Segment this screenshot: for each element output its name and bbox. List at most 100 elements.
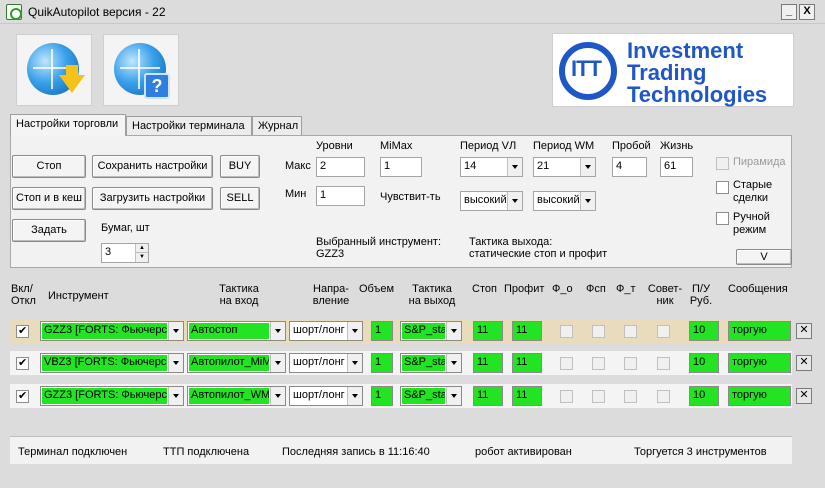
row-enable-checkbox[interactable] xyxy=(16,324,29,338)
delete-row-button[interactable]: ✕ xyxy=(796,355,812,371)
entry-tactic-select[interactable]: Автостоп xyxy=(187,321,286,341)
tab-journal[interactable]: Журнал xyxy=(252,116,302,135)
tab-trading-settings[interactable]: Настройки торговли xyxy=(10,114,126,136)
buy-button[interactable]: BUY xyxy=(220,155,260,178)
levels-max-input[interactable]: 2 xyxy=(316,157,365,177)
max-label: Макс xyxy=(285,160,311,172)
volume-input[interactable]: 1 xyxy=(371,386,393,406)
papers-stepper[interactable]: 3 ▲ ▼ xyxy=(101,243,149,263)
chevron-down-icon xyxy=(347,387,362,405)
direction-select[interactable]: шорт/лонг xyxy=(289,386,363,406)
profit-input[interactable]: 11 xyxy=(512,321,542,341)
status-robot: робот активирован xyxy=(475,446,572,458)
manual-mode-label-2: режим xyxy=(733,224,767,236)
header-direction: Напра-вление xyxy=(312,283,350,307)
v-button[interactable]: V xyxy=(736,249,792,265)
delete-row-button[interactable]: ✕ xyxy=(796,388,812,404)
direction-select[interactable]: шорт/лонг xyxy=(289,353,363,373)
advisor-checkbox[interactable] xyxy=(657,390,670,403)
pyramid-label: Пирамида xyxy=(733,156,786,168)
stop-cash-button[interactable]: Стоп и в кеш xyxy=(12,187,86,210)
header-onoff: Вкл/Откл xyxy=(11,283,36,307)
manual-mode-label-1: Ручной xyxy=(733,211,770,223)
save-settings-button[interactable]: Сохранить настройки xyxy=(92,155,213,178)
exit-tactic-select[interactable]: S&P_stat xyxy=(400,321,462,341)
pyramid-checkbox[interactable] xyxy=(716,157,729,170)
header-instrument: Инструмент xyxy=(48,290,109,302)
fsp-checkbox[interactable] xyxy=(592,390,605,403)
fsp-checkbox[interactable] xyxy=(592,357,605,370)
chevron-down-icon xyxy=(168,322,183,340)
breakout-input[interactable]: 4 xyxy=(612,157,647,177)
stop-input[interactable]: 11 xyxy=(473,353,503,373)
fo-checkbox[interactable] xyxy=(560,357,573,370)
logo-line-3: Technologies xyxy=(627,82,768,107)
tab-terminal-settings[interactable]: Настройки терминала xyxy=(126,116,252,135)
fo-checkbox[interactable] xyxy=(560,325,573,338)
instrument-value: GZZ3 [FORTS: Фьючерсы] xyxy=(42,388,167,404)
sensitivity-label: Чувствит-ть xyxy=(380,191,441,203)
instrument-select[interactable]: GZZ3 [FORTS: Фьючерсы] xyxy=(40,386,184,406)
entry-tactic-select[interactable]: Автопилот_MiMax xyxy=(187,353,286,373)
old-deals-checkbox[interactable] xyxy=(716,181,729,194)
volume-input[interactable]: 1 xyxy=(371,353,393,373)
ft-checkbox[interactable] xyxy=(624,390,637,403)
advisor-checkbox[interactable] xyxy=(657,357,670,370)
download-button[interactable] xyxy=(16,34,92,106)
status-terminal: Терминал подключен xyxy=(18,446,128,458)
profit-input[interactable]: 11 xyxy=(512,353,542,373)
header-ft: Ф_т xyxy=(616,283,636,295)
company-logo: ITT Investment Trading Technologies xyxy=(552,33,794,107)
levels-min-input[interactable]: 1 xyxy=(316,186,365,206)
instrument-value: VBZ3 [FORTS: Фьючерсы] xyxy=(42,355,167,371)
papers-value: 3 xyxy=(105,246,112,258)
help-button[interactable]: ? xyxy=(103,34,179,106)
life-input[interactable]: 61 xyxy=(660,157,693,177)
app-icon xyxy=(6,4,22,20)
exit-tactic-select[interactable]: S&P_stat xyxy=(400,353,462,373)
set-button[interactable]: Задать xyxy=(12,219,86,242)
chevron-down-icon xyxy=(446,354,461,372)
close-button[interactable]: X xyxy=(799,4,815,20)
delete-row-button[interactable]: ✕ xyxy=(796,323,812,339)
mimax-input[interactable]: 1 xyxy=(380,157,422,177)
stop-input[interactable]: 11 xyxy=(473,321,503,341)
instrument-select[interactable]: VBZ3 [FORTS: Фьючерсы] xyxy=(40,353,184,373)
manual-mode-checkbox[interactable] xyxy=(716,212,729,225)
entry-tactic-select[interactable]: Автопилот_WM xyxy=(187,386,286,406)
ft-checkbox[interactable] xyxy=(624,325,637,338)
instrument-select[interactable]: GZZ3 [FORTS: Фьючерсы] xyxy=(40,321,184,341)
period-vl-select[interactable]: 14 xyxy=(460,157,523,177)
status-bar: Терминал подключен ТТП подключена Послед… xyxy=(10,436,792,464)
pnl-value: 10 xyxy=(689,386,719,406)
row-enable-checkbox[interactable] xyxy=(16,356,29,370)
row-enable-checkbox[interactable] xyxy=(16,389,29,403)
exit-tactic-select[interactable]: S&P_stat xyxy=(400,386,462,406)
minimize-button[interactable]: _ xyxy=(781,4,797,20)
stop-input[interactable]: 11 xyxy=(473,386,503,406)
logo-line-1: Investment xyxy=(627,38,744,63)
header-messages: Сообщения xyxy=(728,283,788,295)
period-vl-mode-select[interactable]: высокий xyxy=(460,191,523,211)
advisor-checkbox[interactable] xyxy=(657,325,670,338)
sell-button[interactable]: SELL xyxy=(220,187,260,210)
fsp-checkbox[interactable] xyxy=(592,325,605,338)
ft-checkbox[interactable] xyxy=(624,357,637,370)
entry-tactic-value: Автопилот_WM xyxy=(189,388,269,404)
stop-button[interactable]: Стоп xyxy=(12,155,86,178)
exit-tactic-value: S&P_stat xyxy=(402,323,445,339)
volume-input[interactable]: 1 xyxy=(371,321,393,341)
direction-select[interactable]: шорт/лонг xyxy=(289,321,363,341)
entry-tactic-value: Автостоп xyxy=(189,323,269,339)
pnl-value: 10 xyxy=(689,321,719,341)
load-settings-button[interactable]: Загрузить настройки xyxy=(92,187,213,210)
status-ttp: ТТП подключена xyxy=(163,446,250,458)
fo-checkbox[interactable] xyxy=(560,390,573,403)
exit-tactic-label: Тактика выхода: xyxy=(469,236,553,248)
chevron-down-icon xyxy=(507,158,522,176)
period-wm-mode-select[interactable]: высокий xyxy=(533,191,596,211)
profit-input[interactable]: 11 xyxy=(512,386,542,406)
period-wm-select[interactable]: 21 xyxy=(533,157,596,177)
selected-instrument-value: GZZ3 xyxy=(316,248,345,260)
title-bar: QuikAutopilot версия - 22 _ X xyxy=(0,0,825,24)
